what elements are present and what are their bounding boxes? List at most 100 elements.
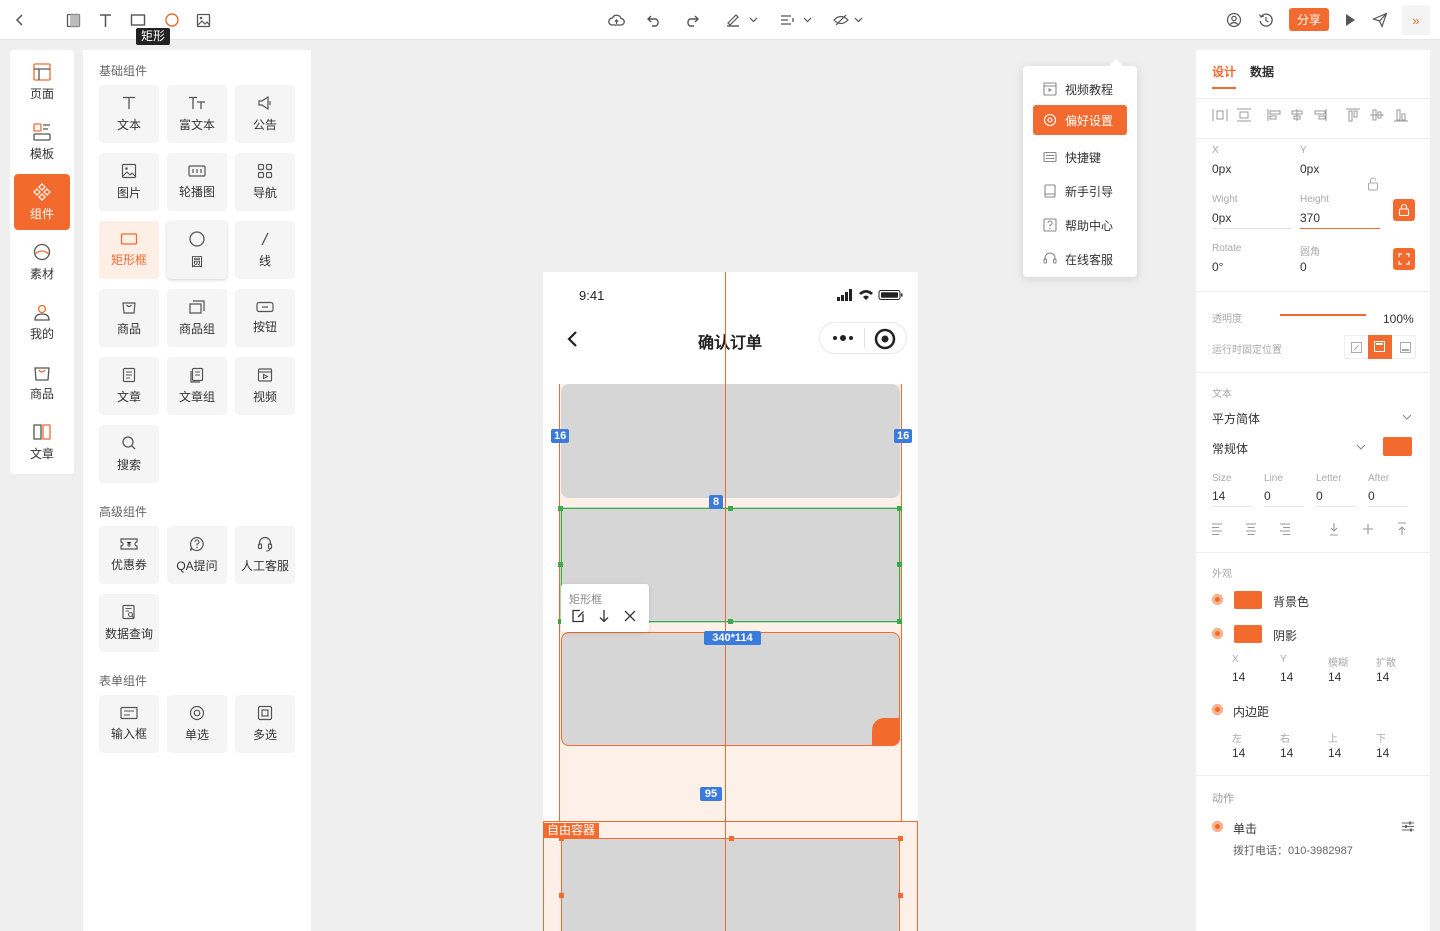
shadow-x-input[interactable]: 14 bbox=[1232, 670, 1245, 684]
rail-item-page[interactable]: 页面 bbox=[14, 54, 70, 110]
comp-carousel[interactable]: 轮播图 bbox=[167, 153, 227, 211]
shadow-toggle[interactable] bbox=[1212, 628, 1223, 639]
back-icon[interactable] bbox=[10, 10, 30, 30]
nav-back-icon[interactable] bbox=[565, 330, 579, 348]
height-input[interactable]: 370 bbox=[1300, 211, 1320, 225]
text-tool-icon[interactable] bbox=[95, 10, 115, 30]
bg-toggle[interactable] bbox=[1212, 594, 1223, 605]
comp-checkbox[interactable]: 多选 bbox=[235, 695, 295, 753]
rail-item-mine[interactable]: 我的 bbox=[14, 294, 70, 350]
rail-item-material[interactable]: 素材 bbox=[14, 234, 70, 290]
undo-icon[interactable] bbox=[644, 10, 664, 30]
arrow-down-icon[interactable] bbox=[598, 609, 610, 623]
comp-article[interactable]: 文章 bbox=[99, 357, 159, 415]
menu-item-onboarding[interactable]: 新手引导 bbox=[1033, 176, 1127, 206]
resize-handle[interactable] bbox=[559, 836, 564, 841]
menu-item-help-center[interactable]: 帮助中心 bbox=[1033, 210, 1127, 240]
collapse-panel-icon[interactable]: » bbox=[1402, 5, 1430, 35]
bg-color-swatch[interactable] bbox=[1234, 591, 1262, 609]
menu-item-video-tutorial[interactable]: 视频教程 bbox=[1033, 74, 1127, 104]
resize-handle[interactable] bbox=[728, 619, 733, 624]
comp-radio[interactable]: 单选 bbox=[167, 695, 227, 753]
rail-item-component[interactable]: 组件 bbox=[14, 174, 70, 230]
more-icon[interactable] bbox=[832, 334, 854, 342]
fix-none-icon[interactable] bbox=[1351, 342, 1362, 353]
resize-handle[interactable] bbox=[558, 506, 563, 511]
comp-circle[interactable]: 圆 bbox=[167, 221, 227, 279]
x-input[interactable]: 0px bbox=[1212, 162, 1231, 176]
phone-canvas[interactable]: 9:41 确认订单 自由容器 16 16 8 340*114 95 矩形框 bbox=[543, 272, 918, 931]
opacity-value[interactable]: 100% bbox=[1383, 312, 1414, 326]
comp-search[interactable]: 搜索 bbox=[99, 425, 159, 483]
font-style-select[interactable]: 常规体 bbox=[1212, 440, 1248, 457]
shadow-blur-input[interactable]: 14 bbox=[1328, 670, 1341, 684]
image-tool-icon[interactable] bbox=[193, 10, 213, 30]
comp-goods-group[interactable]: 商品组 bbox=[167, 289, 227, 347]
resize-handle[interactable] bbox=[898, 836, 903, 841]
letter-spacing-input[interactable]: 0 bbox=[1316, 489, 1323, 503]
width-input[interactable]: 0px bbox=[1212, 211, 1231, 225]
resize-handle[interactable] bbox=[897, 562, 902, 567]
comp-video[interactable]: 视频 bbox=[235, 357, 295, 415]
chevron-down-icon[interactable] bbox=[1356, 444, 1366, 450]
fix-bottom-icon[interactable] bbox=[1400, 342, 1411, 353]
text-color-swatch[interactable] bbox=[1383, 437, 1412, 456]
account-icon[interactable] bbox=[1224, 10, 1244, 30]
font-size-input[interactable]: 14 bbox=[1212, 489, 1225, 503]
rotate-input[interactable]: 0° bbox=[1212, 260, 1223, 274]
comp-goods[interactable]: 商品 bbox=[99, 289, 159, 347]
line-height-input[interactable]: 0 bbox=[1264, 489, 1271, 503]
shadow-spread-input[interactable]: 14 bbox=[1376, 670, 1389, 684]
resize-handle[interactable] bbox=[558, 562, 563, 567]
comp-coupon[interactable]: 优惠券 bbox=[99, 526, 159, 584]
comp-button[interactable]: 按钮 bbox=[235, 289, 295, 347]
comp-data-query[interactable]: 数据查询 bbox=[99, 594, 159, 652]
radius-input[interactable]: 0 bbox=[1300, 260, 1307, 274]
visibility-dropdown-icon[interactable] bbox=[832, 10, 870, 30]
comp-rectangle[interactable]: 矩形框 bbox=[99, 221, 159, 279]
rail-item-template[interactable]: 模板 bbox=[14, 114, 70, 170]
play-icon[interactable] bbox=[1340, 10, 1360, 30]
padding-left-input[interactable]: 14 bbox=[1232, 746, 1245, 760]
chevron-down-icon[interactable] bbox=[1402, 414, 1412, 420]
cloud-upload-icon[interactable] bbox=[606, 10, 626, 30]
comp-line[interactable]: 线 bbox=[235, 221, 295, 279]
rect-card-3[interactable] bbox=[561, 632, 900, 746]
tab-design[interactable]: 设计 bbox=[1212, 63, 1236, 80]
comp-text[interactable]: 文本 bbox=[99, 85, 159, 143]
opacity-slider[interactable] bbox=[1280, 314, 1366, 316]
tab-data[interactable]: 数据 bbox=[1250, 63, 1274, 80]
edit-icon[interactable] bbox=[571, 609, 585, 623]
resize-handle[interactable] bbox=[897, 506, 902, 511]
radius-corners-button[interactable] bbox=[1393, 248, 1415, 270]
rect-card-4[interactable] bbox=[561, 838, 900, 931]
padding-right-input[interactable]: 14 bbox=[1280, 746, 1293, 760]
menu-item-preferences[interactable]: 偏好设置 bbox=[1033, 105, 1127, 135]
resize-handle[interactable] bbox=[729, 836, 734, 841]
resize-handle[interactable] bbox=[559, 893, 564, 898]
comp-rich-text[interactable]: 富文本 bbox=[167, 85, 227, 143]
shadow-y-input[interactable]: 14 bbox=[1280, 670, 1293, 684]
share-button[interactable]: 分享 bbox=[1289, 8, 1329, 31]
layer-icon[interactable] bbox=[63, 10, 83, 30]
rectangle-tool-icon[interactable] bbox=[128, 10, 148, 30]
fix-top-button[interactable] bbox=[1368, 335, 1392, 359]
resize-handle[interactable] bbox=[898, 893, 903, 898]
redo-icon[interactable] bbox=[682, 10, 702, 30]
circle-tool-icon[interactable] bbox=[162, 10, 182, 30]
comp-article-group[interactable]: 文章组 bbox=[167, 357, 227, 415]
comp-image[interactable]: 图片 bbox=[99, 153, 159, 211]
unlock-icon[interactable] bbox=[1367, 177, 1379, 191]
lock-ratio-button[interactable] bbox=[1393, 199, 1415, 221]
paragraph-after-input[interactable]: 0 bbox=[1368, 489, 1375, 503]
comp-customer-service[interactable]: 人工客服 bbox=[235, 526, 295, 584]
close-icon[interactable] bbox=[624, 610, 636, 622]
history-icon[interactable] bbox=[1256, 10, 1276, 30]
comp-input[interactable]: 输入框 bbox=[99, 695, 159, 753]
shadow-color-swatch[interactable] bbox=[1234, 625, 1262, 643]
font-family-select[interactable]: 平方简体 bbox=[1212, 410, 1260, 427]
settings-sliders-icon[interactable] bbox=[1402, 821, 1414, 832]
padding-toggle[interactable] bbox=[1212, 704, 1223, 715]
menu-item-shortcuts[interactable]: 快捷键 bbox=[1033, 142, 1127, 172]
resize-handle[interactable] bbox=[728, 506, 733, 511]
